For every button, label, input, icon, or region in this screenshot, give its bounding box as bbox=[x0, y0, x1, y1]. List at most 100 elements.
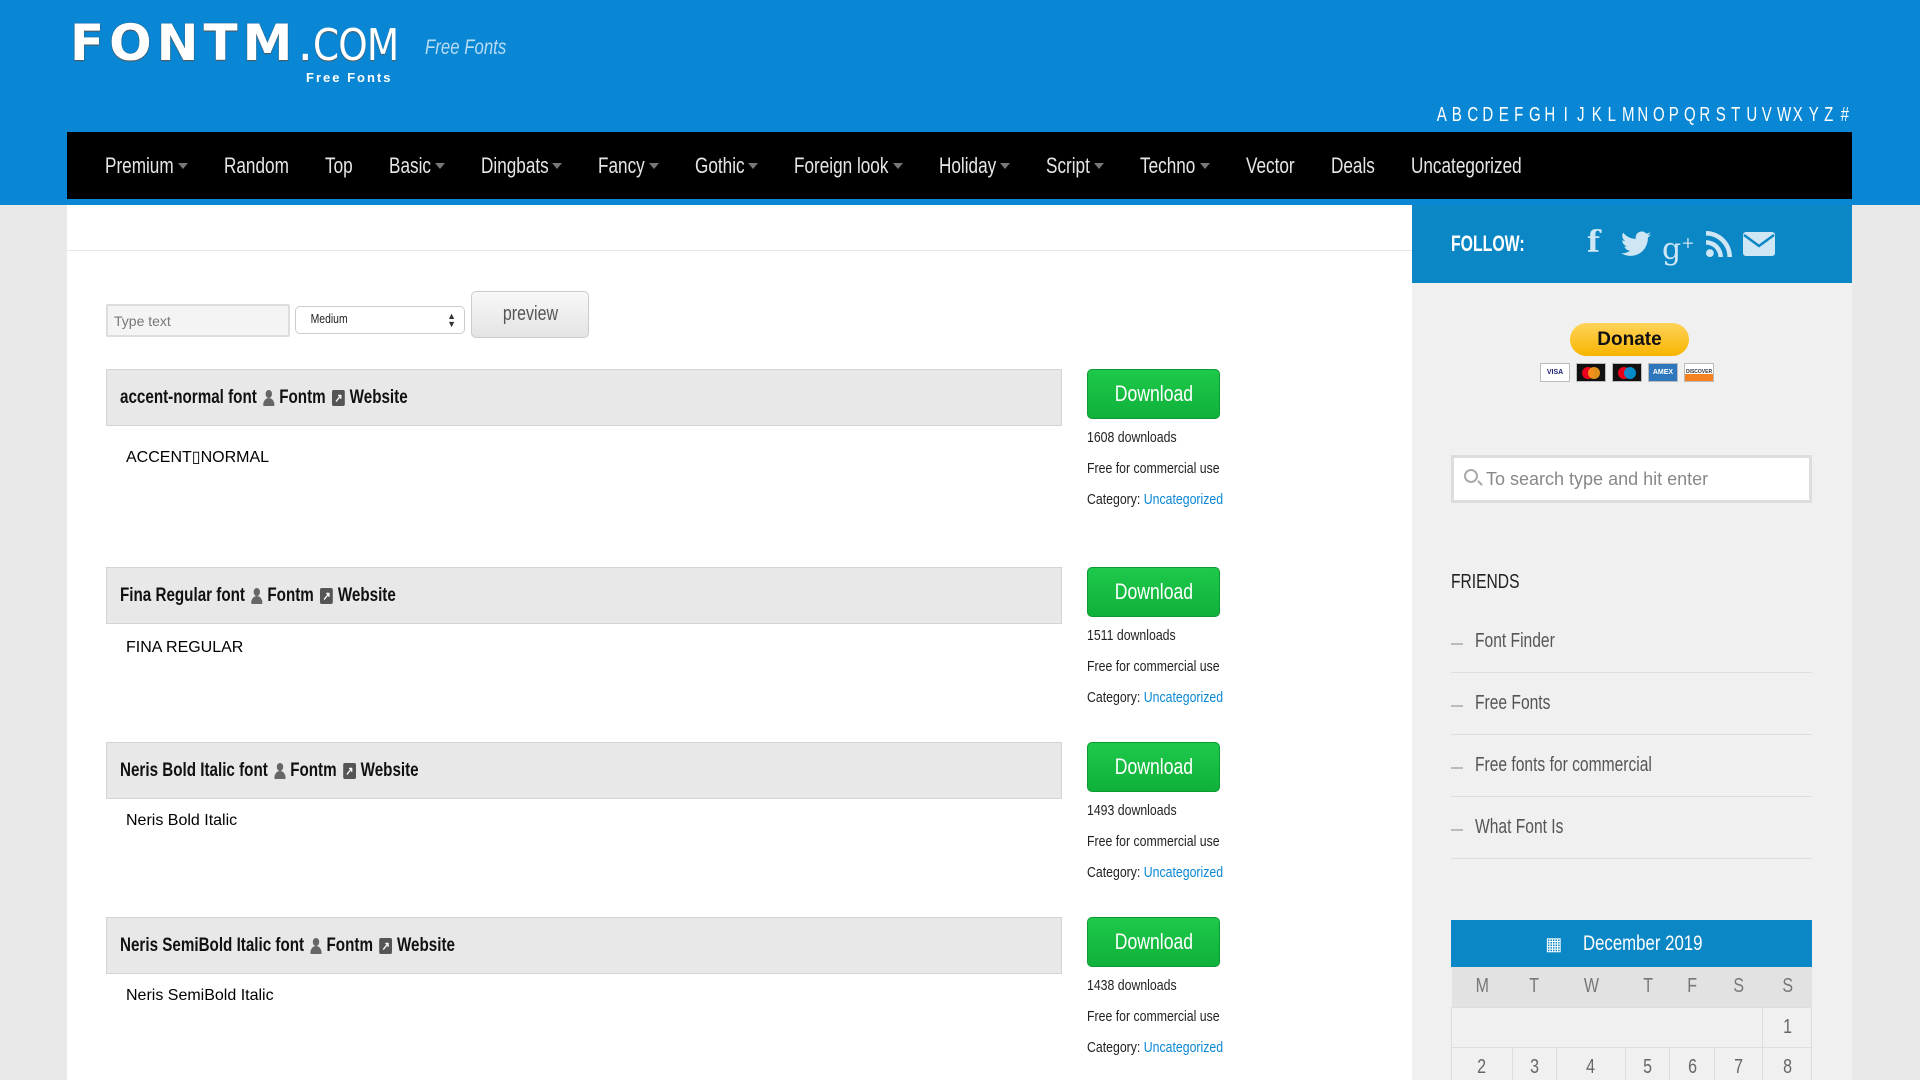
alphabet-link[interactable]: H bbox=[1544, 104, 1556, 127]
category-link[interactable]: Uncategorized bbox=[1144, 689, 1223, 706]
author-link[interactable]: Fontm bbox=[279, 387, 325, 409]
sidebar-search-input[interactable] bbox=[1486, 464, 1806, 494]
alphabet-link[interactable]: Y bbox=[1807, 104, 1819, 127]
calendar-day[interactable]: 6 bbox=[1669, 1046, 1715, 1080]
alphabet-link[interactable]: I bbox=[1559, 104, 1571, 127]
alphabet-link[interactable]: N bbox=[1637, 104, 1649, 127]
nav-item-label: Techno bbox=[1140, 152, 1196, 178]
preview-button[interactable]: preview bbox=[471, 291, 589, 338]
calendar-weekday: W bbox=[1556, 967, 1626, 1007]
alphabet-link[interactable]: K bbox=[1590, 104, 1602, 127]
alphabet-link[interactable]: B bbox=[1451, 104, 1463, 127]
google-plus-icon[interactable]: g+ bbox=[1662, 225, 1695, 268]
nav-item-random[interactable]: Random bbox=[224, 153, 289, 179]
website-link[interactable]: Website bbox=[350, 387, 408, 409]
alphabet-link[interactable]: X bbox=[1792, 104, 1804, 127]
nav-item-vector[interactable]: Vector bbox=[1246, 153, 1295, 179]
nav-item-foreign-look[interactable]: Foreign look bbox=[794, 153, 903, 179]
alphabet-link[interactable]: L bbox=[1606, 104, 1618, 127]
nav-item-uncategorized[interactable]: Uncategorized bbox=[1411, 153, 1522, 179]
nav-item-techno[interactable]: Techno bbox=[1140, 152, 1210, 179]
website-link[interactable]: Website bbox=[397, 935, 455, 957]
calendar-day[interactable]: 3 bbox=[1511, 1046, 1558, 1080]
alphabet-link[interactable]: J bbox=[1575, 104, 1587, 127]
friends-item[interactable]: Free fonts for commercial bbox=[1451, 735, 1812, 797]
friends-item[interactable]: What Font Is bbox=[1451, 797, 1812, 859]
twitter-icon[interactable] bbox=[1621, 225, 1651, 266]
category-link[interactable]: Uncategorized bbox=[1144, 864, 1223, 881]
font-title-link[interactable]: accent-normal font bbox=[120, 387, 257, 409]
alphabet-link[interactable]: O bbox=[1652, 104, 1664, 127]
category-link[interactable]: Uncategorized bbox=[1144, 1039, 1223, 1056]
category-link[interactable]: Uncategorized bbox=[1144, 491, 1223, 508]
font-title-link[interactable]: Neris SemiBold Italic font bbox=[120, 935, 304, 957]
website-link[interactable]: Website bbox=[361, 760, 419, 782]
calendar-day[interactable]: 4 bbox=[1556, 1046, 1626, 1080]
author-link[interactable]: Fontm bbox=[327, 935, 373, 957]
alphabet-link[interactable]: Z bbox=[1823, 104, 1835, 127]
alphabet-link[interactable]: C bbox=[1466, 104, 1478, 127]
alphabet-link[interactable]: E bbox=[1497, 104, 1509, 127]
nav-item-holiday[interactable]: Holiday bbox=[939, 153, 1011, 179]
font-preview-image[interactable]: Neris SemiBold Italic bbox=[126, 987, 274, 1005]
follow-bar: FOLLOW: f g+ bbox=[1412, 205, 1852, 283]
download-button[interactable]: Download bbox=[1087, 567, 1220, 617]
download-button[interactable]: Download bbox=[1087, 742, 1220, 792]
calendar-title: December 2019 bbox=[1583, 932, 1703, 955]
alphabet-link[interactable]: P bbox=[1668, 104, 1680, 127]
alphabet-link[interactable]: A bbox=[1435, 104, 1447, 127]
sidebar-search[interactable] bbox=[1451, 455, 1812, 503]
nav-item-fancy[interactable]: Fancy bbox=[598, 153, 659, 179]
friends-item-label: Free Fonts bbox=[1475, 692, 1551, 714]
type-text-input[interactable] bbox=[106, 304, 290, 337]
license-text: Free for commercial use bbox=[1087, 833, 1220, 850]
calendar-day[interactable]: 1 bbox=[1762, 1006, 1812, 1048]
nav-item-top[interactable]: Top bbox=[325, 153, 353, 179]
calendar-day[interactable]: 2 bbox=[1451, 1046, 1513, 1080]
download-button[interactable]: Download bbox=[1087, 917, 1220, 967]
nav-item-dingbats[interactable]: Dingbats bbox=[481, 153, 563, 179]
calendar-day[interactable]: 8 bbox=[1762, 1046, 1812, 1080]
download-count: 1608 downloads bbox=[1087, 429, 1177, 446]
nav-item-premium[interactable]: Premium bbox=[105, 153, 188, 179]
nav-item-gothic[interactable]: Gothic bbox=[695, 153, 759, 179]
alphabet-link[interactable]: # bbox=[1838, 104, 1850, 127]
dash-icon bbox=[1451, 828, 1463, 831]
alphabet-link[interactable]: U bbox=[1745, 104, 1757, 127]
calendar-day[interactable]: 5 bbox=[1624, 1046, 1671, 1080]
alphabet-link[interactable]: Q bbox=[1683, 104, 1695, 127]
nav-item-script[interactable]: Script bbox=[1046, 153, 1105, 179]
author-link[interactable]: Fontm bbox=[290, 760, 336, 782]
friends-item[interactable]: Free Fonts bbox=[1451, 673, 1812, 735]
font-title-link[interactable]: Neris Bold Italic font bbox=[120, 760, 268, 782]
alphabet-link[interactable]: S bbox=[1714, 104, 1726, 127]
font-preview-image[interactable]: ACCENT▯NORMAL bbox=[126, 447, 269, 467]
alphabet-link[interactable]: F bbox=[1513, 104, 1525, 127]
alphabet-link[interactable]: D bbox=[1482, 104, 1494, 127]
site-logo[interactable]: FONTM.COM Free Fonts bbox=[70, 14, 414, 86]
calendar-day[interactable]: 7 bbox=[1713, 1046, 1764, 1080]
email-icon[interactable] bbox=[1743, 225, 1775, 266]
font-preview-image[interactable]: FINA REGULAR bbox=[126, 639, 243, 657]
facebook-icon[interactable]: f bbox=[1587, 225, 1600, 261]
font-preview-image[interactable]: Neris Bold Italic bbox=[126, 812, 237, 830]
alphabet-link[interactable]: V bbox=[1761, 104, 1773, 127]
download-button[interactable]: Download bbox=[1087, 369, 1220, 419]
nav-item-label: Dingbats bbox=[480, 152, 549, 178]
search-icon bbox=[1464, 469, 1478, 483]
alphabet-link[interactable]: M bbox=[1621, 104, 1634, 127]
size-select[interactable]: Medium ▲ ▼ bbox=[295, 306, 465, 334]
nav-item-basic[interactable]: Basic bbox=[389, 153, 445, 179]
alphabet-link[interactable]: G bbox=[1528, 104, 1540, 127]
alphabet-link[interactable]: T bbox=[1730, 104, 1742, 127]
alphabet-link[interactable]: W bbox=[1776, 104, 1790, 127]
rss-icon[interactable] bbox=[1706, 225, 1732, 266]
nav-item-deals[interactable]: Deals bbox=[1331, 153, 1375, 179]
donate-button[interactable]: Donate bbox=[1570, 323, 1689, 356]
logo-com: COM bbox=[313, 20, 399, 71]
font-title-link[interactable]: Fina Regular font bbox=[120, 585, 245, 607]
alphabet-link[interactable]: R bbox=[1699, 104, 1711, 127]
author-link[interactable]: Fontm bbox=[267, 585, 313, 607]
website-link[interactable]: Website bbox=[338, 585, 396, 607]
friends-item[interactable]: Font Finder bbox=[1451, 611, 1812, 673]
